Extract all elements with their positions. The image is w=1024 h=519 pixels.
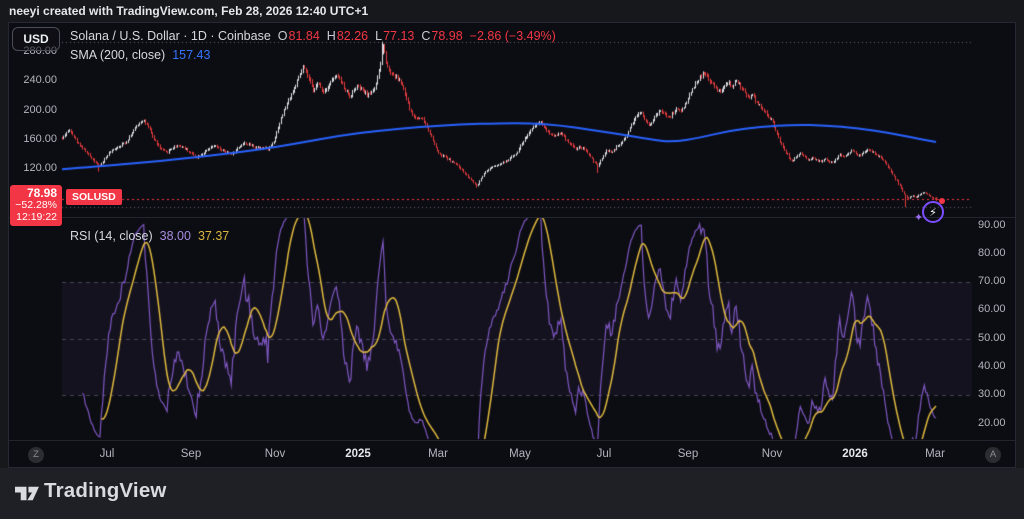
tradingview-chart-snapshot: neeyi created with TradingView.com, Feb … [0, 0, 1024, 519]
auto-scale-badge[interactable]: A [985, 447, 1001, 463]
rsi-tick-label: 50.00 [978, 332, 1006, 344]
symbol-title[interactable]: Solana / U.S. Dollar · 1D · Coinbase [70, 29, 271, 43]
ohlc-high: H82.26 [327, 29, 368, 43]
attribution-bar: neeyi created with TradingView.com, Feb … [0, 0, 1024, 22]
time-tick-label: Nov [762, 446, 782, 462]
time-tick-label: Jul [100, 446, 115, 462]
time-tick-label: Sep [181, 446, 201, 462]
lightning-circle-icon: ⚡ [922, 201, 944, 223]
rsi-axis[interactable]: 90.00 80.00 70.00 60.00 50.00 40.00 30.00 20.00 [978, 0, 1018, 440]
time-axis-separator [9, 440, 1015, 441]
tradingview-logo-icon[interactable] [13, 482, 40, 505]
rsi-legend-row[interactable]: RSI (14, close) 38.00 37.37 [70, 228, 229, 244]
pane-separator[interactable] [9, 217, 1015, 218]
ohlc-low: L77.13 [375, 29, 414, 43]
time-tick-label: Mar [925, 446, 945, 462]
ticker-tag: SOLUSD [66, 189, 122, 205]
time-tick-label: Mar [428, 446, 448, 462]
time-axis[interactable]: Jul Sep Nov 2025 Mar May Jul Sep Nov 2026 Mar [0, 446, 1024, 466]
ohlc-open: O81.84 [278, 29, 320, 43]
symbol-legend-row[interactable]: Solana / U.S. Dollar · 1D · Coinbase O81… [70, 28, 556, 44]
rsi-tick-label: 70.00 [978, 275, 1006, 287]
rsi-tick-label: 60.00 [978, 303, 1006, 315]
price-tick-label: 240.00 [23, 74, 57, 86]
time-tick-label: 2025 [345, 446, 371, 462]
change-percent: −52.28% [12, 200, 57, 212]
price-tick-label: 160.00 [23, 133, 57, 145]
brand-text[interactable]: TradingView [44, 479, 167, 503]
rsi-tick-label: 90.00 [978, 219, 1006, 231]
rsi-label[interactable]: RSI (14, close) [70, 229, 153, 243]
attribution-text: neeyi created with TradingView.com, Feb … [9, 4, 368, 18]
bar-countdown: 12:19:22 [12, 212, 57, 224]
time-tick-label: Jul [597, 446, 612, 462]
rsi-ma-value: 37.37 [198, 229, 229, 243]
time-tick-label: 2026 [842, 446, 868, 462]
time-tick-label: Nov [265, 446, 285, 462]
rsi-value: 38.00 [160, 229, 191, 243]
rsi-tick-label: 40.00 [978, 360, 1006, 372]
price-tick-label: 120.00 [23, 162, 57, 174]
notification-dot [939, 198, 945, 204]
currency-button[interactable]: USD [12, 27, 60, 51]
flash-ai-icon[interactable]: ✦ ⚡ [914, 195, 950, 231]
timezone-badge[interactable]: Z [28, 447, 44, 463]
sma-value: 157.43 [172, 48, 210, 62]
price-tick-label: 200.00 [23, 104, 57, 116]
time-tick-label: Sep [678, 446, 698, 462]
rsi-tick-label: 20.00 [978, 417, 1006, 429]
rsi-tick-label: 80.00 [978, 247, 1006, 259]
sma-label[interactable]: SMA (200, close) [70, 48, 165, 62]
rsi-tick-label: 30.00 [978, 388, 1006, 400]
sma-legend-row[interactable]: SMA (200, close) 157.43 [70, 47, 210, 63]
chart-area [8, 22, 1016, 468]
footer-bar: TradingView [0, 468, 1024, 519]
time-tick-label: May [509, 446, 531, 462]
ohlc-close: C78.98 [421, 29, 462, 43]
change-value: −2.86 (−3.49%) [470, 29, 556, 43]
last-price-label: 78.98 −52.28% 12:19:22 [10, 185, 62, 226]
